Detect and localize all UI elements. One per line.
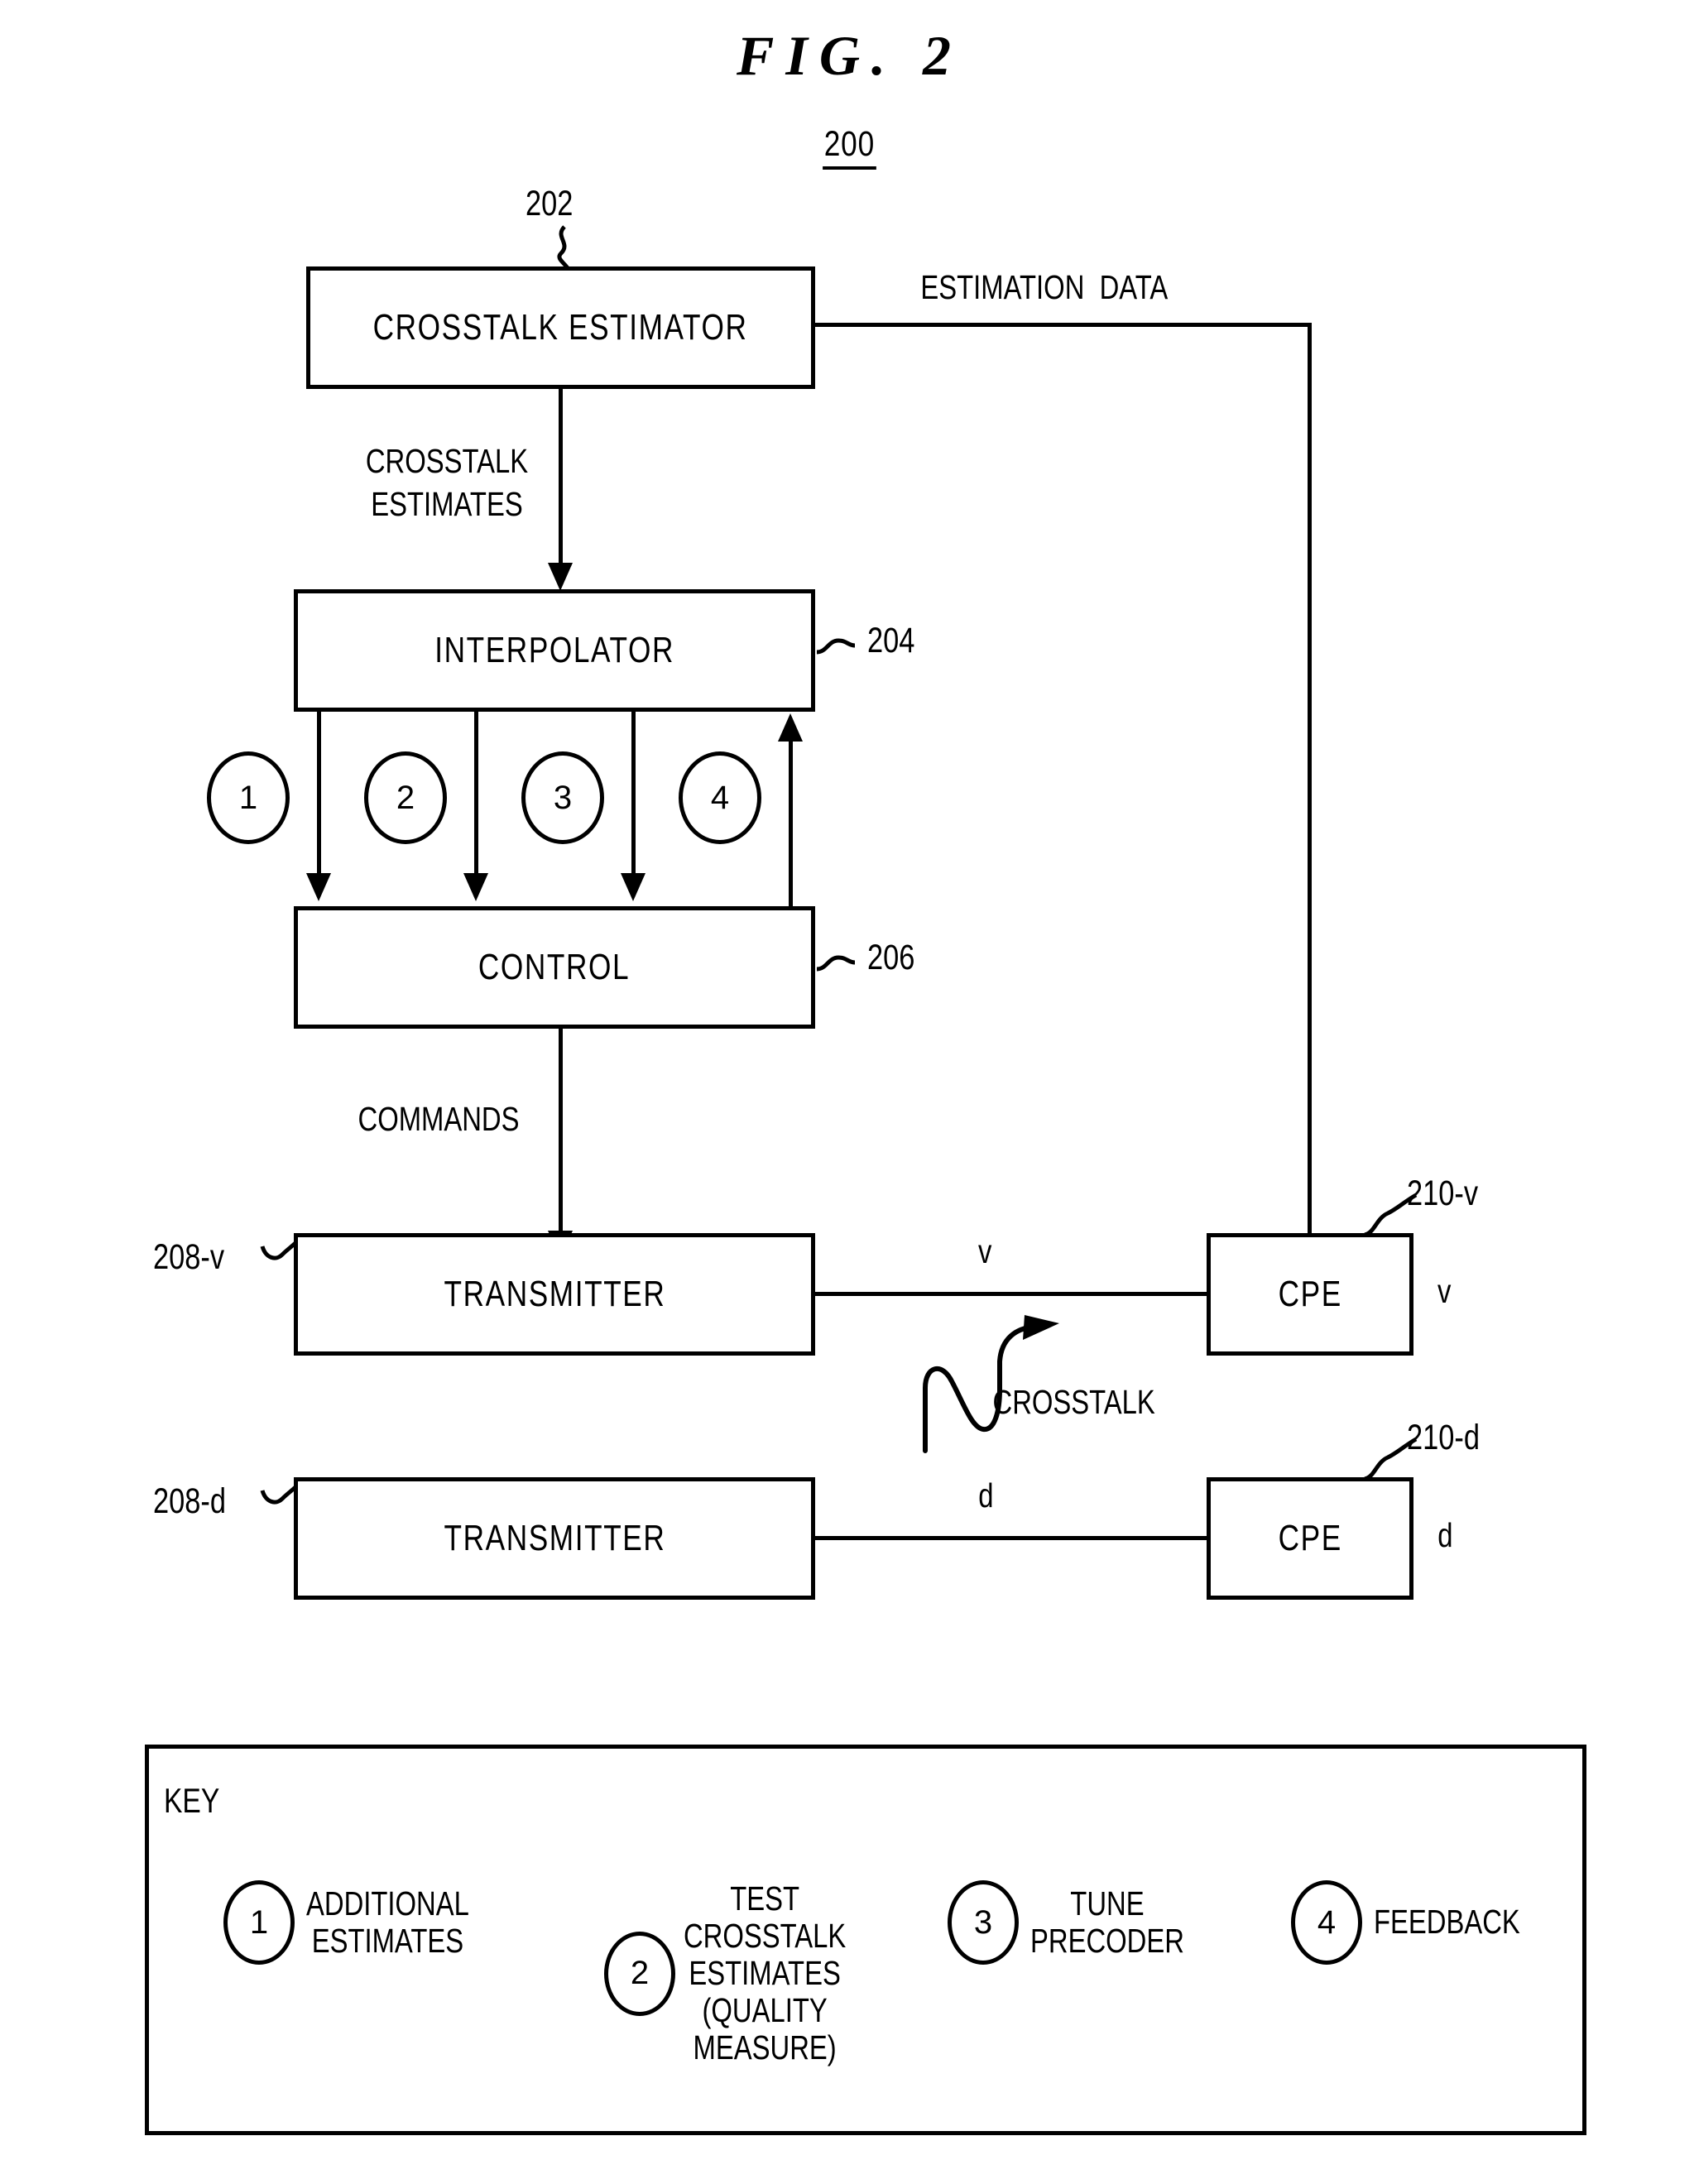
marker-2-label: 2 [396,779,415,816]
label-crosstalk-estimates-line1: CROSSTALK [365,442,529,480]
marker-circle-2: 2 [364,751,447,844]
arrow-2-head [463,873,488,901]
key-circle-1-num: 1 [249,1903,269,1941]
block-transmitter-v[interactable]: TRANSMITTER [294,1233,815,1356]
lead-line-206 [816,955,856,972]
label-link-d: d [978,1476,994,1514]
ref-208-d: 208-d [153,1481,226,1521]
link-line-v [815,1292,1207,1296]
key-circle-3-num: 3 [973,1903,993,1941]
arrow-1-head [306,873,331,901]
block-control[interactable]: CONTROL [294,906,815,1029]
label-cpe-d-side: d [1437,1516,1453,1554]
block-crosstalk-estimator[interactable]: CROSSTALK ESTIMATOR [306,266,815,389]
label-estimation-data: ESTIMATION DATA [920,268,1169,306]
key-circle-4: 4 [1291,1880,1362,1965]
block-cpe-v-label: CPE [1278,1274,1342,1314]
block-transmitter-v-label: TRANSMITTER [444,1274,665,1314]
arrow-4-line [789,737,793,906]
arrow-3-head [621,873,646,901]
key-circle-1: 1 [223,1880,295,1965]
block-cpe-d-label: CPE [1278,1518,1342,1558]
crosstalk-estimates-arrowhead [548,563,573,591]
key-text-3: TUNE PRECODER [1030,1884,1184,1960]
key-text-4: FEEDBACK [1374,1903,1520,1942]
marker-1-label: 1 [238,779,258,816]
key-entry-4: 4 FEEDBACK [1291,1880,1557,1965]
ref-202: 202 [526,184,574,223]
lead-line-204 [816,638,856,655]
crosstalk-estimates-arrow-line [559,389,563,567]
key-entry-3: 3 TUNE PRECODER [948,1880,1222,1965]
block-transmitter-d[interactable]: TRANSMITTER [294,1477,815,1600]
block-crosstalk-estimator-label: CROSSTALK ESTIMATOR [373,307,748,348]
key-circle-2: 2 [604,1931,675,2016]
block-control-label: CONTROL [478,947,631,987]
label-cpe-v-side: v [1437,1272,1452,1310]
label-link-v: v [978,1232,992,1270]
block-interpolator-label: INTERPOLATOR [434,630,674,670]
arrow-1-line [317,712,321,877]
lead-line-202 [557,225,569,270]
figure-number: 200 [0,124,1699,170]
ref-206: 206 [867,938,915,977]
ref-208-v: 208-v [153,1237,225,1277]
label-crosstalk-estimates-line2: ESTIMATES [371,485,523,523]
marker-4-label: 4 [710,779,730,816]
ref-210-v: 210-v [1407,1174,1479,1213]
marker-3-label: 3 [553,779,573,816]
ref-204: 204 [867,621,915,660]
ref-210-d: 210-d [1407,1418,1480,1457]
figure-title: FIG. 2 [737,24,962,87]
block-interpolator[interactable]: INTERPOLATOR [294,589,815,712]
key-entry-1: 1 ADDITIONAL ESTIMATES [223,1880,510,1965]
key-text-2: TEST CROSSTALK ESTIMATES (QUALITY MEASUR… [684,1879,847,2067]
marker-circle-1: 1 [207,751,290,844]
arrow-4-head [778,713,803,742]
key-circle-4-num: 4 [1317,1903,1337,1941]
key-circle-2-num: 2 [630,1955,650,1992]
link-line-d [815,1536,1207,1540]
arrow-2-line [474,712,478,877]
arrow-3-line [631,712,636,877]
block-transmitter-d-label: TRANSMITTER [444,1518,665,1558]
estimation-data-line-vertical [1308,323,1312,1237]
marker-circle-4: 4 [679,751,761,844]
marker-circle-3: 3 [521,751,604,844]
key-circle-3: 3 [948,1880,1019,1965]
block-cpe-d[interactable]: CPE [1207,1477,1413,1600]
block-cpe-v[interactable]: CPE [1207,1233,1413,1356]
label-commands: COMMANDS [358,1100,520,1138]
key-entry-2: 2 TEST CROSSTALK ESTIMATES (QUALITY MEAS… [604,1879,886,2067]
key-title: KEY [164,1781,220,1820]
estimation-data-line-horizontal [815,323,1312,327]
commands-arrow-line [559,1029,563,1236]
label-crosstalk: CROSSTALK [992,1383,1155,1421]
key-text-1: ADDITIONAL ESTIMATES [306,1884,469,1960]
